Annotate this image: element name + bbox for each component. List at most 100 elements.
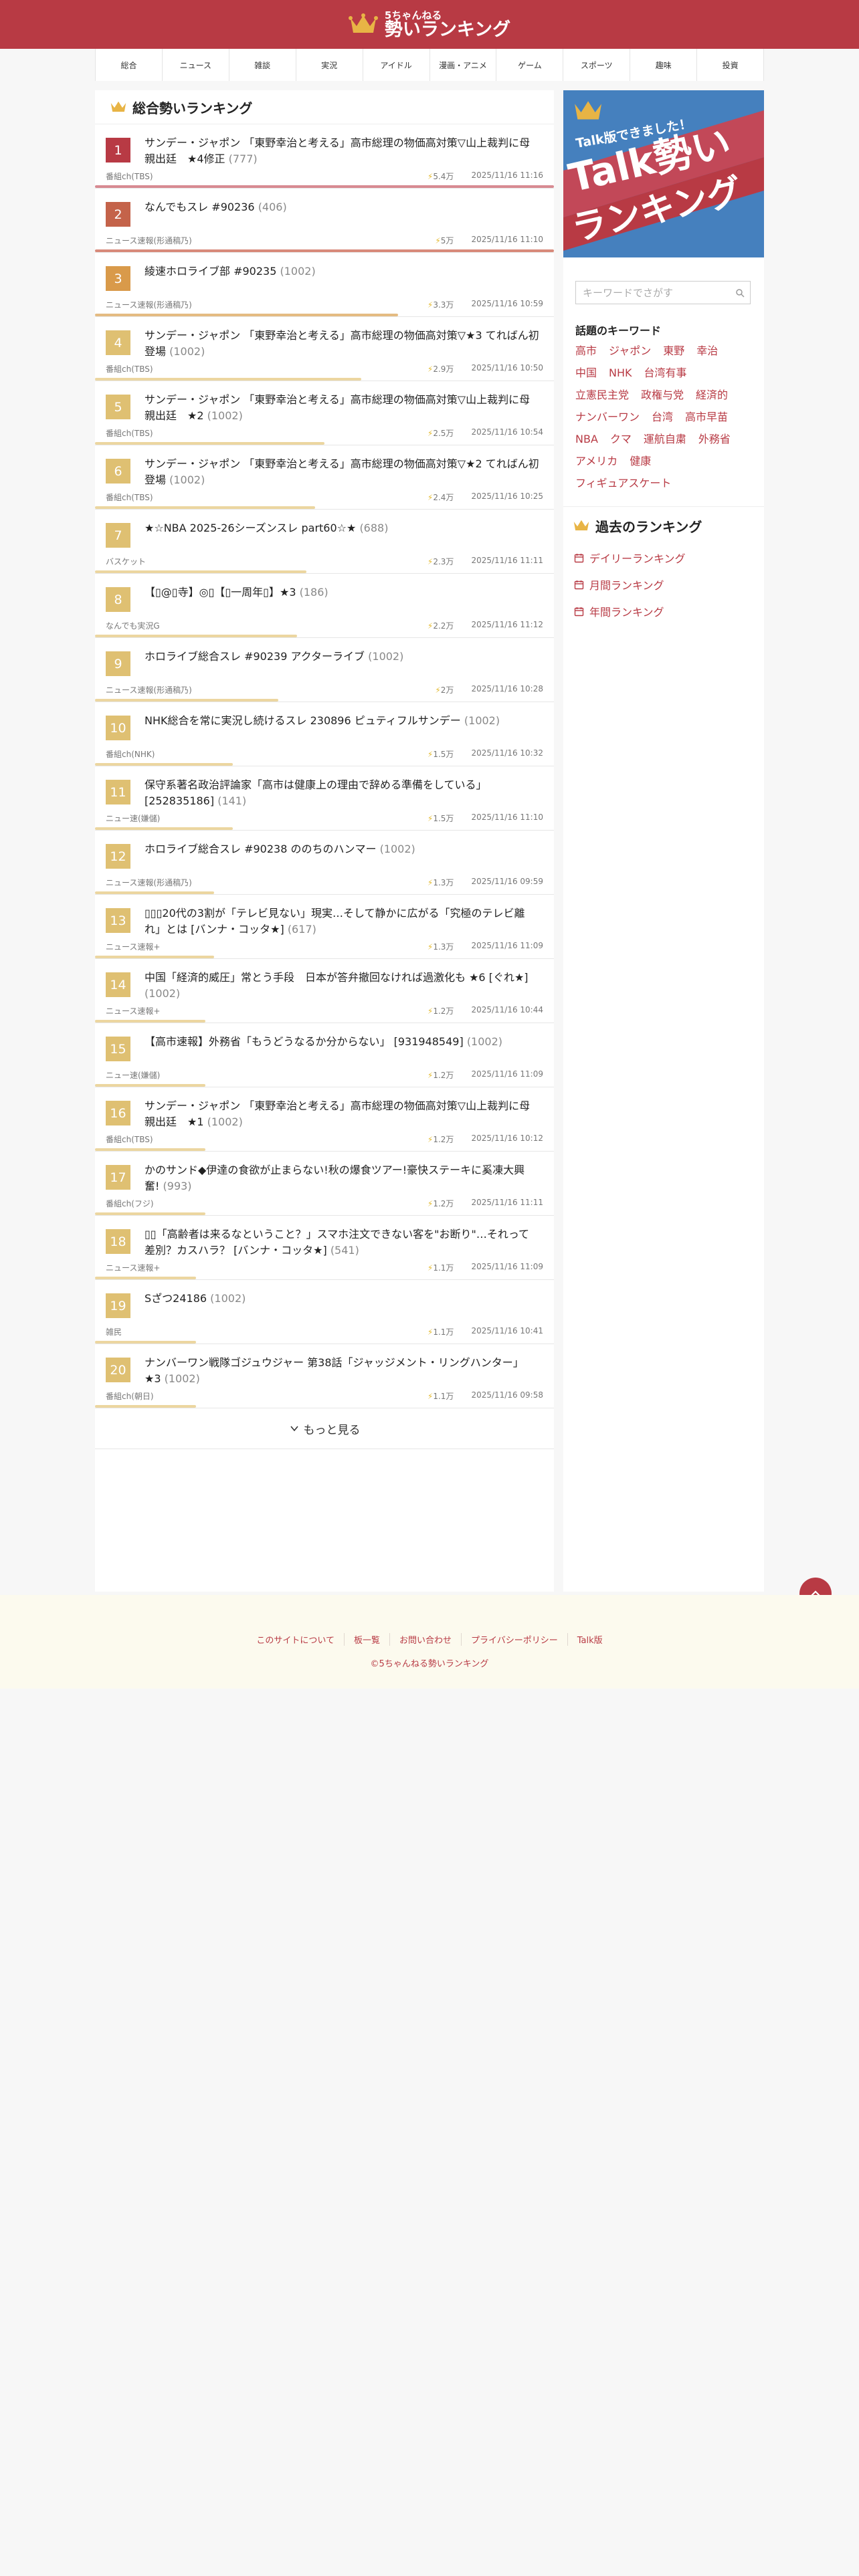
post-count: (1002) xyxy=(207,409,243,422)
keyword-link[interactable]: 高市早苗 xyxy=(685,409,728,425)
ranking-item[interactable]: 2 なんでもスレ #90236 (406) ニュース速報(形通稿乃) ⚡5万 2025/… xyxy=(95,189,554,253)
ranking-item[interactable]: 14 中国「経済的威圧」常とう手段 日本が答弁撤回なければ過激化も ★6 [ぐれ★… xyxy=(95,959,554,1023)
keyword-link[interactable]: 台湾有事 xyxy=(644,365,687,381)
ranking-item[interactable]: 7 ★☆NBA 2025-26シーズンスレ part60☆★ (688) バスケット… xyxy=(95,510,554,574)
post-count: (186) xyxy=(299,586,328,599)
thread-title-link[interactable]: Sざつ24186 (1002) xyxy=(145,1291,539,1307)
keyword-link[interactable]: 政権与党 xyxy=(641,387,684,403)
ranking-item[interactable]: 17 かのサンド◆伊達の食欲が止まらない!秋の爆食ツアー!豪快ステーキに奚凍大興奮… xyxy=(95,1152,554,1216)
thread-title-link[interactable]: 保守系著名政治評論家「高市は健康上の理由で辞める準備をしている」 [252835… xyxy=(145,777,539,809)
thread-title: かのサンド◆伊達の食欲が止まらない!秋の爆食ツアー!豪快ステーキに奚凍大興奮! xyxy=(145,1164,525,1192)
ranking-item[interactable]: 6 サンデー・ジャポン 「東野幸治と考える」高市総理の物価高対策▽★2 てればん初… xyxy=(95,445,554,510)
footer-link-contact[interactable]: お問い合わせ xyxy=(390,1633,462,1646)
thread-title-link[interactable]: NHK総合を常に実況し続けるスレ 230896 ピュティフルサンデー (1002… xyxy=(145,713,539,729)
footer-links: このサイトについて 板一覧 お問い合わせ プライバシーポリシー Talk版 xyxy=(0,1633,859,1646)
thread-title-link[interactable]: 【▯@▯寺】◎▯【▯一周年▯】★3 (186) xyxy=(145,584,539,601)
nav-tab-chat[interactable]: 雑談 xyxy=(229,49,296,81)
thread-title-link[interactable]: 【高市速報】外務省「もうどうなるか分からない」 [931948549] (100… xyxy=(145,1034,539,1050)
nav-tab-game[interactable]: ゲーム xyxy=(496,49,564,81)
ranking-item[interactable]: 8 【▯@▯寺】◎▯【▯一周年▯】★3 (186) なんでも実況G ⚡2.2万 2025… xyxy=(95,574,554,638)
keyword-link[interactable]: ナンバーワン xyxy=(575,409,640,425)
thread-title-link[interactable]: かのサンド◆伊達の食欲が止まらない!秋の爆食ツアー!豪快ステーキに奚凍大興奮! … xyxy=(145,1162,539,1194)
thread-title-link[interactable]: サンデー・ジャポン 「東野幸治と考える」高市総理の物価高対策▽山上裁判に母親出廷… xyxy=(145,1098,539,1130)
ranking-item[interactable]: 19 Sざつ24186 (1002) 雑民 ⚡1.1万 2025/11/16 10:41 xyxy=(95,1280,554,1344)
ranking-item[interactable]: 15 【高市速報】外務省「もうどうなるか分からない」 [931948549] (1… xyxy=(95,1023,554,1087)
thread-title-link[interactable]: 中国「経済的威圧」常とう手段 日本が答弁撤回なければ過激化も ★6 [ぐれ★] … xyxy=(145,970,539,1002)
keyword-link[interactable]: 台湾 xyxy=(652,409,673,425)
keyword-link[interactable]: 健康 xyxy=(630,453,651,469)
keyword-link[interactable]: 中国 xyxy=(575,365,597,381)
keyword-link[interactable]: クマ xyxy=(610,431,632,447)
yearly-ranking-link[interactable]: 年間ランキング xyxy=(574,598,764,625)
thread-title-link[interactable]: なんでもスレ #90236 (406) xyxy=(145,199,539,215)
nav-tab-idol[interactable]: アイドル xyxy=(363,49,430,81)
bolt-icon: ⚡ xyxy=(435,685,441,695)
nav-tab-live[interactable]: 実況 xyxy=(296,49,363,81)
thread-date: 2025/11/16 11:09 xyxy=(471,1069,543,1079)
keyword-link[interactable]: ジャポン xyxy=(609,343,651,359)
search-input[interactable] xyxy=(581,286,735,300)
thread-title-link[interactable]: ホロライブ総合スレ #90238 ののちのハンマー (1002) xyxy=(145,841,539,857)
thread-title-link[interactable]: ★☆NBA 2025-26シーズンスレ part60☆★ (688) xyxy=(145,520,539,536)
search-icon[interactable] xyxy=(735,288,745,298)
nav-tab-hobby[interactable]: 趣味 xyxy=(630,49,698,81)
past-ranking-heading: 過去のランキング xyxy=(563,506,764,544)
keyword-link[interactable]: フィギュアスケート xyxy=(575,475,671,492)
thread-title-link[interactable]: サンデー・ジャポン 「東野幸治と考える」高市総理の物価高対策▽★2 てればん初登… xyxy=(145,456,539,488)
speed-value: 1.5万 xyxy=(433,750,454,759)
ranking-item[interactable]: 10 NHK総合を常に実況し続けるスレ 230896 ピュティフルサンデー (10… xyxy=(95,702,554,766)
keyword-link[interactable]: 立憲民主党 xyxy=(575,387,629,403)
thread-speed: ⚡2.3万 xyxy=(427,556,454,567)
ranking-item[interactable]: 11 保守系著名政治評論家「高市は健康上の理由で辞める準備をしている」 [2528… xyxy=(95,766,554,831)
keyword-link[interactable]: 高市 xyxy=(575,343,597,359)
keyword-link[interactable]: 運航自粛 xyxy=(644,431,686,447)
keyword-link[interactable]: 幸治 xyxy=(696,343,718,359)
more-button[interactable]: もっと見る xyxy=(95,1408,554,1449)
keyword-link[interactable]: 外務省 xyxy=(698,431,731,447)
footer-link-boards[interactable]: 板一覧 xyxy=(345,1633,390,1646)
thread-title-link[interactable]: ▯▯▯20代の3割が「テレビ見ない」現実…そして静かに広がる「究極のテレビ離れ」… xyxy=(145,905,539,938)
nav-tab-invest[interactable]: 投資 xyxy=(697,49,765,81)
ranking-item[interactable]: 20 ナンバーワン戦隊ゴジュウジャー 第38話「ジャッジメント・リングハンター」★… xyxy=(95,1344,554,1408)
thread-meta: 雑民 ⚡1.1万 2025/11/16 10:41 xyxy=(106,1326,543,1337)
speed-bar xyxy=(95,827,233,830)
ranking-item[interactable]: 12 ホロライブ総合スレ #90238 ののちのハンマー (1002) ニュース速報… xyxy=(95,831,554,895)
keyword-link[interactable]: 東野 xyxy=(663,343,684,359)
ranking-item[interactable]: 18 ▯▯「高齢者は来るなということ？」スマホ注文できない客を"お断り"…それって… xyxy=(95,1216,554,1280)
thread-title-link[interactable]: 綾速ホロライブ部 #90235 (1002) xyxy=(145,263,539,280)
monthly-ranking-link[interactable]: 月間ランキング xyxy=(574,571,764,598)
thread-title-link[interactable]: ▯▯「高齢者は来るなということ？」スマホ注文できない客を"お断り"…それって差別… xyxy=(145,1226,539,1259)
nav-tab-sports[interactable]: スポーツ xyxy=(563,49,631,81)
ranking-item[interactable]: 5 サンデー・ジャポン 「東野幸治と考える」高市総理の物価高対策▽山上裁判に母親出… xyxy=(95,381,554,445)
ranking-item[interactable]: 16 サンデー・ジャポン 「東野幸治と考える」高市総理の物価高対策▽山上裁判に母親… xyxy=(95,1087,554,1152)
ranking-item[interactable]: 13 ▯▯▯20代の3割が「テレビ見ない」現実…そして静かに広がる「究極のテレビ離… xyxy=(95,895,554,959)
ranking-heading: 総合勢いランキング xyxy=(95,90,554,124)
footer-link-talk[interactable]: Talk版 xyxy=(568,1633,612,1646)
nav-tab-overall[interactable]: 総合 xyxy=(96,49,163,81)
speed-value: 2.9万 xyxy=(433,364,454,374)
thread-date: 2025/11/16 10:50 xyxy=(471,363,543,372)
keyword-link[interactable]: アメリカ xyxy=(575,453,617,469)
thread-title-link[interactable]: サンデー・ジャポン 「東野幸治と考える」高市総理の物価高対策▽★3 てればん初登… xyxy=(145,328,539,360)
content-wrapper: 総合勢いランキング 1 サンデー・ジャポン 「東野幸治と考える」高市総理の物価高対… xyxy=(95,90,764,1592)
footer-link-about[interactable]: このサイトについて xyxy=(247,1633,345,1646)
site-logo[interactable]: 5ちゃんねる 勢いランキング xyxy=(348,10,510,39)
talk-banner[interactable]: Talk版できました！ Talk勢い ランキング xyxy=(563,90,764,257)
keyword-link[interactable]: NHK xyxy=(609,365,632,381)
keyword-link[interactable]: NBA xyxy=(575,431,598,447)
ranking-item[interactable]: 3 綾速ホロライブ部 #90235 (1002) ニュース速報(形通稿乃) ⚡3.3万… xyxy=(95,253,554,317)
thread-title-link[interactable]: ホロライブ総合スレ #90239 アクターライブ (1002) xyxy=(145,649,539,665)
nav-tab-news[interactable]: ニュース xyxy=(163,49,229,81)
thread-title-link[interactable]: サンデー・ジャポン 「東野幸治と考える」高市総理の物価高対策▽山上裁判に母親出廷… xyxy=(145,135,539,167)
keyword-link[interactable]: 経済的 xyxy=(696,387,728,403)
footer-link-privacy[interactable]: プライバシーポリシー xyxy=(462,1633,568,1646)
daily-ranking-link[interactable]: デイリーランキング xyxy=(574,544,764,571)
ranking-item[interactable]: 4 サンデー・ジャポン 「東野幸治と考える」高市総理の物価高対策▽★3 てればん初… xyxy=(95,317,554,381)
thread-title-link[interactable]: サンデー・ジャポン 「東野幸治と考える」高市総理の物価高対策▽山上裁判に母親出廷… xyxy=(145,392,539,424)
thread-meta: ニュース速報+ ⚡1.3万 2025/11/16 11:09 xyxy=(106,941,543,952)
ranking-item[interactable]: 9 ホロライブ総合スレ #90239 アクターライブ (1002) ニュース速報(形… xyxy=(95,638,554,702)
calendar-icon xyxy=(574,553,584,562)
thread-title-link[interactable]: ナンバーワン戦隊ゴジュウジャー 第38話「ジャッジメント・リングハンター」★3 … xyxy=(145,1355,539,1387)
ranking-item[interactable]: 1 サンデー・ジャポン 「東野幸治と考える」高市総理の物価高対策▽山上裁判に母親出… xyxy=(95,124,554,189)
nav-tab-anime[interactable]: 漫画・アニメ xyxy=(430,49,497,81)
